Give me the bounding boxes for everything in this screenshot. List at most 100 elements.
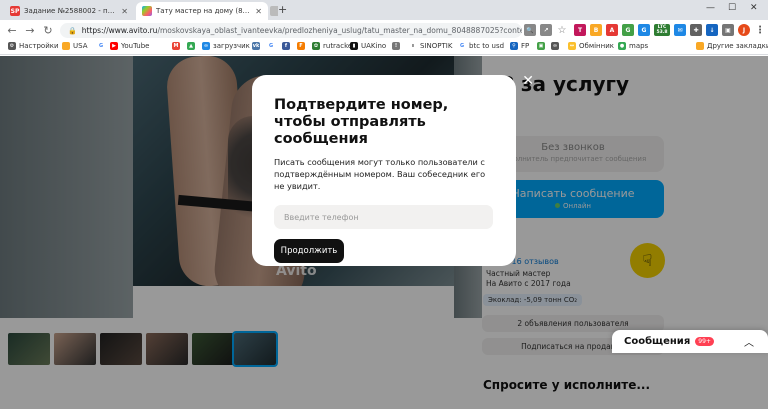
google-icon: G <box>97 42 105 50</box>
bookmark-label: SINOPTIK <box>420 42 453 50</box>
profile-avatar-icon[interactable]: J <box>738 24 750 36</box>
bookmark-sinoptik[interactable]: ı SINOPTIK <box>409 42 452 50</box>
blank-favicon-icon <box>270 6 278 16</box>
ltc-ticker-icon[interactable]: LTC 53.8 <box>654 24 670 36</box>
extension-icon[interactable]: G <box>622 24 634 36</box>
info-icon: ! <box>392 42 400 50</box>
bookmark-usa[interactable]: USA <box>62 42 88 50</box>
chevron-up-icon[interactable]: ︿ <box>744 334 754 349</box>
weather-icon: ı <box>409 42 417 50</box>
bookmark-info[interactable]: ! <box>392 42 400 50</box>
address-bar[interactable]: 🔒 https://www.avito.ru/moskovskaya_oblas… <box>60 23 522 38</box>
reload-icon[interactable]: ↻ <box>42 24 54 37</box>
avito-favicon-icon <box>142 6 152 16</box>
close-icon[interactable]: ✕ <box>522 73 534 89</box>
bookmark-label: btc to usd <box>469 42 505 50</box>
bookmark-icon: ▣ <box>537 42 545 50</box>
extension-icon[interactable]: G <box>638 24 650 36</box>
extension-icon[interactable]: T <box>574 24 586 36</box>
bookmark-label: maps <box>629 42 649 50</box>
bookmark-label: YouTube <box>121 42 150 50</box>
modal-heading: Подтвердите номер, чтобы отправлять сооб… <box>274 97 449 147</box>
window-close-icon[interactable]: ✕ <box>750 3 758 13</box>
bookmark-fb[interactable]: f <box>282 42 290 50</box>
share-icon[interactable]: ↗ <box>540 24 552 36</box>
vk-icon: vk <box>252 42 260 50</box>
bookmark-icon: ⚲ <box>510 42 518 50</box>
map-pin-icon: ● <box>618 42 626 50</box>
lock-icon: 🔒 <box>68 26 77 35</box>
bookmark-maps[interactable]: ● maps <box>618 42 648 50</box>
exchange-icon: ↔ <box>568 42 576 50</box>
continue-button[interactable]: Продолжить <box>274 239 344 263</box>
tab-strip: SP Задание №2588002 - просмотр з ✕ Тату … <box>0 0 768 20</box>
menu-icon[interactable]: ⋮ <box>754 24 766 36</box>
bookmark-settings[interactable]: ⚙ Настройки <box>8 42 59 50</box>
extension-icon[interactable]: ✉ <box>674 24 686 36</box>
maximize-icon[interactable]: ☐ <box>728 3 736 13</box>
rutracker-icon: ✿ <box>312 42 320 50</box>
tab-task[interactable]: SP Задание №2588002 - просмотр з ✕ <box>4 2 134 20</box>
tab-blank[interactable] <box>268 2 278 20</box>
tab-avito[interactable]: Тату мастер на дому (80488870251) ✕ <box>136 2 268 20</box>
close-icon[interactable]: ✕ <box>121 7 128 16</box>
messages-badge: 99+ <box>695 337 714 346</box>
bookmark-label: UAKino <box>361 42 387 50</box>
bookmark-label: Настройки <box>19 42 59 50</box>
bookmark-label: загрузчик <box>213 42 250 50</box>
bookmark-rutracker[interactable]: ✿ rutracker <box>312 42 355 50</box>
bookmark-green[interactable]: ▣ <box>537 42 545 50</box>
google-icon: G <box>267 42 275 50</box>
back-icon[interactable]: ← <box>6 24 18 37</box>
bookmark-label: Обмінник <box>579 42 614 50</box>
bookmark-vk[interactable]: vk <box>252 42 260 50</box>
tab-label: Задание №2588002 - просмотр з <box>24 7 117 15</box>
youtube-icon: ▶ <box>110 42 118 50</box>
bookmark-orange[interactable]: F <box>297 42 305 50</box>
bookmark-youtube[interactable]: ▶ YouTube <box>110 42 149 50</box>
bookmark-glasses[interactable]: ∞ <box>551 42 559 50</box>
bookmark-google2[interactable]: G <box>267 42 275 50</box>
verify-phone-modal: ✕ Подтвердите номер, чтобы отправлять со… <box>252 73 534 266</box>
drive-icon: ▲ <box>187 42 195 50</box>
bookmark-btc[interactable]: Gbtc to usd <box>458 42 504 50</box>
messages-bar[interactable]: Сообщения 99+ ︿ <box>612 330 768 353</box>
messages-label: Сообщения <box>624 336 691 347</box>
folder-icon <box>696 42 704 50</box>
extension-icon[interactable]: ▣ <box>722 24 734 36</box>
new-tab-icon[interactable]: + <box>278 3 287 16</box>
modal-description: Писать сообщения могут только пользовате… <box>274 157 486 191</box>
extension-icon[interactable]: A <box>606 24 618 36</box>
google-icon: G <box>458 42 466 50</box>
bookmark-uakino[interactable]: ▮ UAKino <box>350 42 386 50</box>
bookmark-exchanger[interactable]: ↔ Обмінник <box>568 42 614 50</box>
bookmark-fp[interactable]: ⚲ FP <box>510 42 529 50</box>
bookmark-google[interactable]: G <box>97 42 105 50</box>
bookmark-label: USA <box>73 42 88 50</box>
extensions-puzzle-icon[interactable]: ✚ <box>690 24 702 36</box>
facebook-icon: f <box>282 42 290 50</box>
forward-icon[interactable]: → <box>24 24 36 37</box>
download-icon: ∞ <box>202 42 210 50</box>
bookmark-icon: F <box>297 42 305 50</box>
minimize-icon[interactable]: — <box>706 3 715 13</box>
bookmarks-bar: ⚙ Настройки USA G ▶ YouTube M ▲ ∞ загрузчик… <box>0 40 768 55</box>
extension-icon[interactable]: B <box>590 24 602 36</box>
url-path: /moskovskaya_oblast_ivanteevka/predlozhe… <box>157 26 522 35</box>
other-bookmarks[interactable]: Другие закладки <box>696 42 768 50</box>
close-icon[interactable]: ✕ <box>255 7 262 16</box>
bookmark-gmail[interactable]: M <box>172 42 180 50</box>
bookmark-drive[interactable]: ▲ <box>187 42 195 50</box>
search-icon[interactable]: 🔍 <box>524 24 536 36</box>
bookmark-label: Другие закладки <box>707 42 768 50</box>
uakino-icon: ▮ <box>350 42 358 50</box>
url-host: https://www.avito.ru <box>81 26 158 35</box>
gear-icon: ⚙ <box>8 42 16 50</box>
bookmark-star-icon[interactable]: ☆ <box>556 24 568 36</box>
download-icon[interactable]: ↓ <box>706 24 718 36</box>
bookmark-label: FP <box>521 42 530 50</box>
phone-input[interactable] <box>274 205 493 229</box>
folder-icon <box>62 42 70 50</box>
bookmark-loader[interactable]: ∞ загрузчик <box>202 42 250 50</box>
tab-label: Тату мастер на дому (80488870251) <box>156 7 252 15</box>
